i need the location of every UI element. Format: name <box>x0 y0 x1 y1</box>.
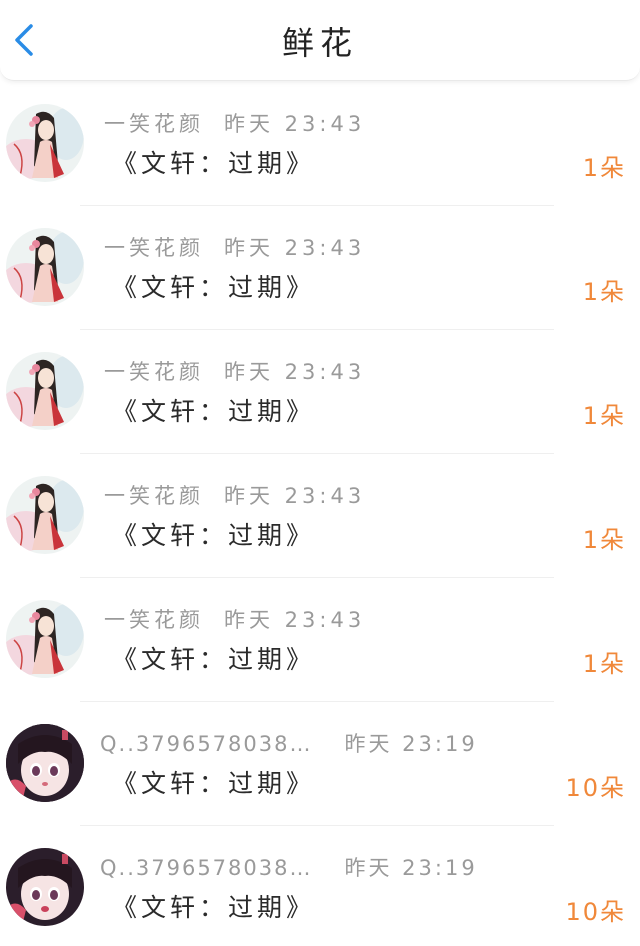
flower-count: 1朵 <box>582 650 626 678</box>
anime-girl-avatar[interactable] <box>6 228 84 306</box>
sender-name: 一笑花颜 <box>104 608 204 632</box>
nav-header: 鲜花 <box>0 0 640 81</box>
dark-hair-girl-avatar[interactable] <box>6 724 84 802</box>
timestamp: 昨天 23:43 <box>224 484 366 508</box>
list-item[interactable]: Q..3796578038… 昨天 23:19 《文轩：过期》 10朵 <box>0 826 640 946</box>
gift-message: 《文轩：过期》 <box>112 893 316 922</box>
flower-count: 10朵 <box>565 898 626 926</box>
timestamp: 昨天 23:43 <box>224 236 366 260</box>
dark-hair-girl-avatar[interactable] <box>6 848 84 926</box>
flower-count: 1朵 <box>582 278 626 306</box>
flower-count: 1朵 <box>582 154 626 182</box>
sender-name: Q..3796578038… <box>100 732 313 756</box>
list-item[interactable]: Q..3796578038… 昨天 23:19 《文轩：过期》 10朵 <box>0 702 640 826</box>
list-item[interactable]: 一笑花颜 昨天 23:43 《文轩：过期》 1朵 <box>0 330 640 454</box>
flower-count: 1朵 <box>582 526 626 554</box>
timestamp: 昨天 23:43 <box>224 608 366 632</box>
sender-name: 一笑花颜 <box>104 484 204 508</box>
timestamp: 昨天 23:43 <box>224 112 366 136</box>
flower-count: 10朵 <box>565 774 626 802</box>
anime-girl-avatar[interactable] <box>6 104 84 182</box>
sender-name: 一笑花颜 <box>104 112 204 136</box>
gift-message: 《文轩：过期》 <box>112 769 316 798</box>
sender-meta: 一笑花颜 昨天 23:43 <box>104 604 365 634</box>
anime-girl-avatar[interactable] <box>6 476 84 554</box>
timestamp: 昨天 23:19 <box>344 856 478 880</box>
sender-name: 一笑花颜 <box>104 236 204 260</box>
page-title: 鲜花 <box>281 24 358 62</box>
gift-message: 《文轩：过期》 <box>112 397 316 426</box>
sender-meta: 一笑花颜 昨天 23:43 <box>104 356 365 386</box>
gift-message: 《文轩：过期》 <box>112 521 316 550</box>
gift-message: 《文轩：过期》 <box>112 645 316 674</box>
list-item[interactable]: 一笑花颜 昨天 23:43 《文轩：过期》 1朵 <box>0 82 640 206</box>
sender-meta: 一笑花颜 昨天 23:43 <box>104 108 365 138</box>
flower-gift-list-screen: 鲜花 一笑花颜 昨天 23:43 《文轩：过期》 1朵 一笑花颜 昨天 23:4… <box>0 0 640 946</box>
sender-meta: 一笑花颜 昨天 23:43 <box>104 480 365 510</box>
flower-count: 1朵 <box>582 402 626 430</box>
list-item[interactable]: 一笑花颜 昨天 23:43 《文轩：过期》 1朵 <box>0 206 640 330</box>
sender-name: 一笑花颜 <box>104 360 204 384</box>
sender-meta: Q..3796578038… 昨天 23:19 <box>100 852 478 882</box>
sender-name: Q..3796578038… <box>100 856 313 880</box>
timestamp: 昨天 23:19 <box>344 732 478 756</box>
gift-message: 《文轩：过期》 <box>112 273 316 302</box>
gift-message: 《文轩：过期》 <box>112 149 316 178</box>
anime-girl-avatar[interactable] <box>6 600 84 678</box>
anime-girl-avatar[interactable] <box>6 352 84 430</box>
sender-meta: Q..3796578038… 昨天 23:19 <box>100 728 478 758</box>
timestamp: 昨天 23:43 <box>224 360 366 384</box>
list-item[interactable]: 一笑花颜 昨天 23:43 《文轩：过期》 1朵 <box>0 578 640 702</box>
sender-meta: 一笑花颜 昨天 23:43 <box>104 232 365 262</box>
list-item[interactable]: 一笑花颜 昨天 23:43 《文轩：过期》 1朵 <box>0 454 640 578</box>
gift-list: 一笑花颜 昨天 23:43 《文轩：过期》 1朵 一笑花颜 昨天 23:43 《… <box>0 82 640 946</box>
